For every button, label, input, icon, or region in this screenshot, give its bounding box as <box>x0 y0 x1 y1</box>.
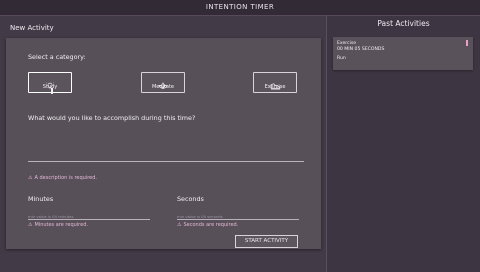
minutes-error: ⚠ Minutes are required. <box>28 222 88 228</box>
category-study-label: Study <box>42 84 58 90</box>
description-error-text: A description is required. <box>34 175 98 181</box>
category-meditate-label: Meditate <box>151 84 174 90</box>
past-activity-card: Exercise 00 MIN 05 SECONDS Run <box>333 37 473 70</box>
description-input[interactable] <box>28 161 304 162</box>
past-activity-category: Exercise <box>337 41 357 46</box>
past-activities-panel: Past Activities Exercise 00 MIN 05 SECON… <box>327 16 480 272</box>
seconds-error: ⚠ Seconds are required. <box>177 222 238 228</box>
past-activity-description: Run <box>337 56 346 61</box>
category-marker <box>466 40 468 46</box>
start-activity-button[interactable]: START ACTIVITY <box>235 235 298 248</box>
new-activity-panel: New Activity Select a category: Study Me… <box>0 16 326 272</box>
seconds-label: Seconds <box>177 195 204 203</box>
category-exercise-button[interactable]: Exercise <box>253 72 297 93</box>
category-prompt: Select a category: <box>28 53 86 61</box>
pointer-cursor <box>51 88 53 94</box>
warning-icon: ⚠ <box>28 222 33 228</box>
minutes-error-text: Minutes are required. <box>34 222 88 228</box>
category-meditate-button[interactable]: Meditate <box>141 72 185 93</box>
past-activities-heading: Past Activities <box>377 19 430 28</box>
minutes-label: Minutes <box>28 195 54 203</box>
new-activity-heading: New Activity <box>10 24 54 32</box>
lotus-icon <box>142 75 184 89</box>
category-study-button[interactable]: Study <box>28 72 72 93</box>
seconds-error-text: Seconds are required. <box>183 222 239 228</box>
warning-icon: ⚠ <box>177 222 182 228</box>
new-activity-form: Select a category: Study Meditate Exerci… <box>6 38 321 249</box>
lightbulb-icon <box>29 75 71 90</box>
seconds-input[interactable] <box>177 219 299 220</box>
minutes-input[interactable] <box>28 219 150 220</box>
past-activity-duration: 00 MIN 05 SECONDS <box>337 47 385 52</box>
warning-icon: ⚠ <box>28 175 33 181</box>
description-error: ⚠ A description is required. <box>28 175 97 181</box>
sneaker-icon <box>254 75 296 90</box>
app-title-bar: INTENTION TIMER <box>0 0 480 16</box>
category-exercise-label: Exercise <box>264 84 286 90</box>
description-prompt: What would you like to accomplish during… <box>28 114 196 122</box>
app-title: INTENTION TIMER <box>205 3 275 11</box>
